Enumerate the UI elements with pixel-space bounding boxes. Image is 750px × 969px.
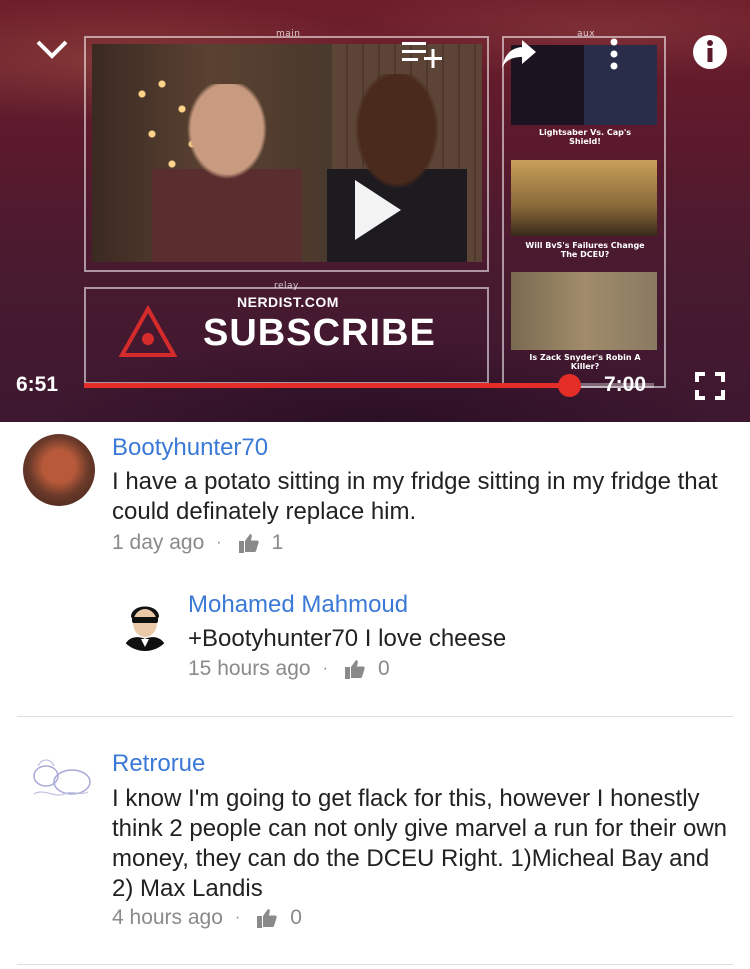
comment-time: 1 day ago <box>112 531 205 554</box>
current-time: 6:51 <box>16 373 59 396</box>
subscribe-button[interactable]: SUBSCRIBE <box>203 312 436 355</box>
avatar[interactable] <box>23 434 95 506</box>
like-count: 0 <box>377 657 390 680</box>
like-count: 0 <box>290 906 302 929</box>
reply-avatar[interactable] <box>117 595 173 651</box>
comment-author[interactable]: Bootyhunter70 <box>112 434 268 462</box>
share-icon[interactable] <box>500 38 538 70</box>
reply-meta: 15 hours ago · 0 <box>188 657 390 681</box>
comment-author[interactable]: Retrorue <box>112 750 205 778</box>
fullscreen-icon[interactable] <box>695 372 725 400</box>
thumbs-up-icon[interactable] <box>256 907 278 929</box>
more-vert-icon[interactable] <box>608 38 620 70</box>
comment-text: I know I'm going to get flack for this, … <box>112 785 728 902</box>
separator-dot: · <box>322 660 328 677</box>
comment-divider <box>17 716 733 717</box>
reply-time: 15 hours ago <box>188 657 311 680</box>
comment-meta: 1 day ago · 1 <box>112 531 283 555</box>
thumbs-up-icon[interactable] <box>238 532 260 554</box>
play-icon[interactable] <box>355 180 401 240</box>
related-video-2[interactable]: Will BvS's Failures Change The DCEU? <box>511 160 657 236</box>
separator-dot: · <box>216 534 222 551</box>
related-video-2-caption: Will BvS's Failures Change The DCEU? <box>525 241 645 259</box>
main-frame-label: main <box>276 29 301 39</box>
warning-icon <box>118 305 178 357</box>
comment-text: I have a potato sitting in my fridge sit… <box>112 468 718 525</box>
add-to-playlist-icon[interactable] <box>402 40 444 70</box>
channel-name[interactable]: NERDIST.COM <box>237 294 339 310</box>
avatar[interactable] <box>24 744 96 816</box>
separator-dot: · <box>234 909 241 926</box>
comment-divider <box>17 964 733 965</box>
relay-frame-label: relay <box>274 281 299 291</box>
info-icon[interactable] <box>692 34 728 70</box>
comment-meta: 4 hours ago · 0 <box>112 906 302 930</box>
video-player[interactable]: main aux Lightsaber Vs. Cap's Shield! Wi… <box>0 0 750 422</box>
chevron-down-icon[interactable] <box>34 38 70 62</box>
progress-fill <box>84 383 569 388</box>
aux-frame-label: aux <box>577 29 596 39</box>
like-count: 1 <box>271 531 284 554</box>
related-video-3[interactable]: Is Zack Snyder's Robin A Killer? <box>511 272 657 350</box>
end-time: 7:00 <box>604 373 647 396</box>
thumbs-up-icon[interactable] <box>344 658 366 680</box>
related-video-3-caption: Is Zack Snyder's Robin A Killer? <box>529 353 641 371</box>
reply-text: +Bootyhunter70 I love cheese <box>188 625 507 652</box>
related-video-1-caption: Lightsaber Vs. Cap's Shield! <box>538 128 632 146</box>
comment-time: 4 hours ago <box>112 906 223 929</box>
progress-bar[interactable] <box>84 374 654 397</box>
progress-scrubber[interactable] <box>557 374 581 397</box>
reply-author[interactable]: Mohamed Mahmoud <box>188 591 408 619</box>
main-video-thumbnail[interactable] <box>92 44 482 262</box>
